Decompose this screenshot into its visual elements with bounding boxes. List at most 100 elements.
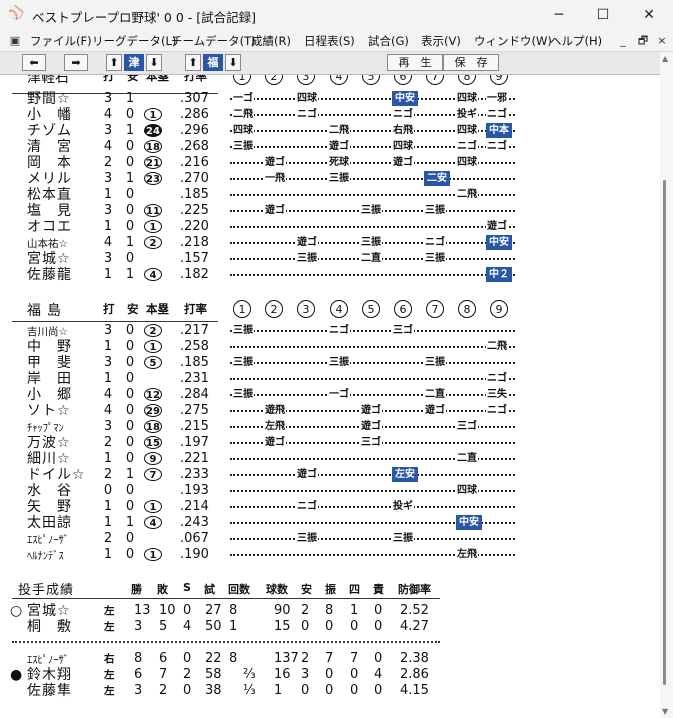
scroll-thumb[interactable]	[663, 180, 666, 685]
stat-np: 1	[274, 683, 283, 698]
at-bat-results: 遊飛 遊ゴ 遊ゴ ニゴ	[230, 403, 515, 419]
at-bats-value: 4	[103, 403, 113, 418]
play-button[interactable]: 再 生	[387, 54, 443, 71]
title-bar[interactable]: ⚾ ベストプレープロ野球' 0 0 - [試合記録] ─ ☐ ✕	[0, 0, 673, 31]
team2-up-button[interactable]: ⬆	[185, 54, 201, 71]
team2-down-button[interactable]: ⬇	[225, 54, 241, 71]
next-arrow-button[interactable]: ➡	[64, 54, 88, 71]
at-bats-value: 2	[103, 155, 113, 170]
pitcher-row[interactable]: ｴｽﾋﾟﾉｰｻﾞ右 8 6 0 22 8 137 2 7 7 0 2.38	[0, 651, 658, 667]
batter-row[interactable]: ﾁｬｯﾌﾟﾏﾝ 3 0 18 .215 左飛 遊ゴ 三ゴ	[0, 419, 658, 435]
batter-row[interactable]: チゾム 3 1 24.296 四球 二飛 右飛 四球 中本	[0, 123, 658, 139]
pitching-rule	[12, 598, 440, 599]
pitcher-row[interactable]: ● 鈴木翔左 6 7 2 58 ⅔ 16 3 0 0 4 2.86	[0, 667, 658, 683]
batter-row[interactable]: 松本直 1 0 .185 二飛	[0, 187, 658, 203]
batter-row[interactable]: 岸 田 1 0 .231 ニゴ	[0, 371, 658, 387]
home-runs-value: 11	[143, 203, 163, 218]
batter-name: 塩 見	[27, 203, 72, 219]
batter-row[interactable]: 矢 野 1 0 1 .214 ニゴ 投ギ	[0, 499, 658, 515]
pitcher-row[interactable]: ○ 宮城☆ 左 13 10 0 27 8 90 2 8 1 0 2.52	[0, 603, 658, 619]
batter-name: ﾁｬｯﾌﾟﾏﾝ	[27, 422, 64, 434]
batter-row[interactable]: メリル 3 1 23 .270 一飛 三振 二安	[0, 171, 658, 187]
stat-h: 0	[301, 619, 310, 634]
batter-row[interactable]: 佐藤龍 1 1 4.182 中２	[0, 267, 658, 283]
inning-7-label: 7	[426, 75, 444, 85]
save-button[interactable]: 保 存	[443, 54, 499, 71]
batting-average-value: .220	[180, 219, 209, 234]
batter-row[interactable]: 岡 本 2 0 21 .216 遊ゴ 死球 遊ゴ 四球	[0, 155, 658, 171]
menu-help[interactable]: ヘルプ(H)	[550, 33, 602, 49]
menu-window[interactable]: ウィンドウ(W)	[474, 33, 552, 49]
batter-row[interactable]: オコエ 1 0 1 .220 遊ゴ	[0, 219, 658, 235]
home-runs-value: 7	[143, 467, 163, 482]
batter-name: 清 宮	[27, 139, 72, 155]
menu-stats[interactable]: 成績(R)	[251, 33, 291, 49]
batter-row[interactable]: ドイル☆ 2 1 7 .233 遊ゴ 左安	[0, 467, 658, 483]
menu-view[interactable]: 表示(V)	[421, 33, 461, 49]
at-bat-result: ニゴ	[328, 323, 350, 338]
mdi-minimize-button[interactable]: _	[614, 32, 632, 49]
menu-team-data[interactable]: チームデータ(T)	[171, 33, 256, 49]
pitching-col-header: 球数	[266, 583, 288, 596]
maximize-button[interactable]: ☐	[581, 0, 625, 31]
batter-row[interactable]: 万波☆ 2 0 15 .197 遊ゴ 三ゴ	[0, 435, 658, 451]
stat-w: 3	[134, 619, 143, 634]
batter-row[interactable]: ﾍﾙﾅﾝﾃﾞｽ 1 0 1 .190 左飛	[0, 547, 658, 563]
batter-row[interactable]: 小 郷 4 0 12 .284 三振 一ゴ 二直 三失	[0, 387, 658, 403]
batter-row[interactable]: 太田諒 1 1 4.243 中安	[0, 515, 658, 531]
batter-row[interactable]: 清 宮 4 0 18 .268 三振 遊ゴ 四球 ニゴ ニゴ	[0, 139, 658, 155]
throwing-hand: 左	[104, 669, 115, 681]
scroll-down-icon[interactable]: ▼	[662, 707, 668, 716]
batter-row[interactable]: 細川☆ 1 0 9 .221 二直	[0, 451, 658, 467]
document-icon[interactable]: ▣	[6, 32, 24, 49]
at-bat-result: 遊ゴ	[328, 139, 350, 154]
team1-label: 津	[124, 54, 144, 71]
pitcher-row[interactable]: 佐藤隼左 3 2 0 38 ⅓ 1 0 0 0 0 4.15	[0, 683, 658, 699]
at-bat-results: 三振 一ゴ 二直 三失	[230, 387, 515, 403]
at-bat-result: 一飛	[264, 171, 286, 186]
menu-game[interactable]: 試合(G)	[368, 33, 409, 49]
inning-7-label: 7	[426, 300, 444, 318]
at-bat-result: 四球	[392, 139, 414, 154]
batter-row[interactable]: 吉川尚☆ 3 0 2 .217 三振 ニゴ 三ゴ	[0, 323, 658, 339]
batter-row[interactable]: 水 谷 0 0 .193 四球	[0, 483, 658, 499]
hits-value: 0	[125, 107, 135, 122]
close-button[interactable]: ✕	[627, 0, 671, 31]
vertical-scrollbar[interactable]: ▲ ▼	[660, 52, 673, 718]
hits-value: 0	[125, 187, 135, 202]
prev-arrow-button[interactable]: ⬅	[22, 54, 46, 71]
mdi-close-button[interactable]: ×	[653, 32, 671, 49]
batter-name: 太田諒	[27, 515, 72, 531]
batter-row[interactable]: 塩 見 3 0 11 .225 遊ゴ 三振 三振	[0, 203, 658, 219]
menu-league-data[interactable]: リーグデータ(L)	[92, 33, 176, 49]
batter-row[interactable]: 甲 斐 3 0 5 .185 三振 三振 三振	[0, 355, 658, 371]
team1-down-button[interactable]: ⬇	[146, 54, 162, 71]
stat-bb: 0	[350, 667, 359, 682]
stat-era: 4.15	[400, 683, 429, 698]
team1-up-button[interactable]: ⬆	[106, 54, 122, 71]
hits-value: 0	[125, 371, 135, 386]
batter-row[interactable]: 小 幡 4 0 1.286 二飛 ニゴ ニゴ 投ギ ニゴ	[0, 107, 658, 123]
batting-average-value: .185	[180, 187, 209, 202]
batter-row[interactable]: ｴｽﾋﾟﾉｰｻﾞ 2 0 .067 三振 三振	[0, 531, 658, 547]
batter-row[interactable]: 中 野 1 0 1 .258 二飛	[0, 339, 658, 355]
at-bat-result: 左飛	[264, 419, 286, 434]
batter-name: 中 野	[27, 339, 72, 355]
at-bat-result: 二飛	[328, 123, 350, 138]
batting-average-value: .307	[180, 91, 209, 106]
menu-schedule[interactable]: 日程表(S)	[304, 33, 355, 49]
batting-average-value: .225	[180, 203, 209, 218]
batter-row[interactable]: 野間☆ 3 1.307 一ゴ 四球 中安 四球 一邪	[0, 91, 658, 107]
at-bat-result: 三振	[296, 531, 318, 546]
minimize-button[interactable]: ─	[537, 0, 581, 31]
scroll-up-icon[interactable]: ▲	[662, 54, 668, 63]
menu-file[interactable]: ファイル(F)	[30, 33, 92, 49]
batter-row[interactable]: 宮城☆ 3 0 .157 三振 二直 三振	[0, 251, 658, 267]
batter-row[interactable]: 山本祐☆ 4 1 2 .218 遊ゴ 三振 ニゴ 中安	[0, 235, 658, 251]
mdi-restore-button[interactable]: 🗗	[634, 32, 652, 49]
batter-name: ドイル☆	[27, 467, 86, 483]
pitcher-row[interactable]: 桐 敷左 3 5 4 50 1 15 0 0 0 0 4.27	[0, 619, 658, 635]
at-bat-results: 一飛 三振 二安	[230, 171, 515, 187]
batter-row[interactable]: ソト☆ 4 0 29 .275 遊飛 遊ゴ 遊ゴ ニゴ	[0, 403, 658, 419]
at-bat-result: 遊ゴ	[264, 203, 286, 218]
